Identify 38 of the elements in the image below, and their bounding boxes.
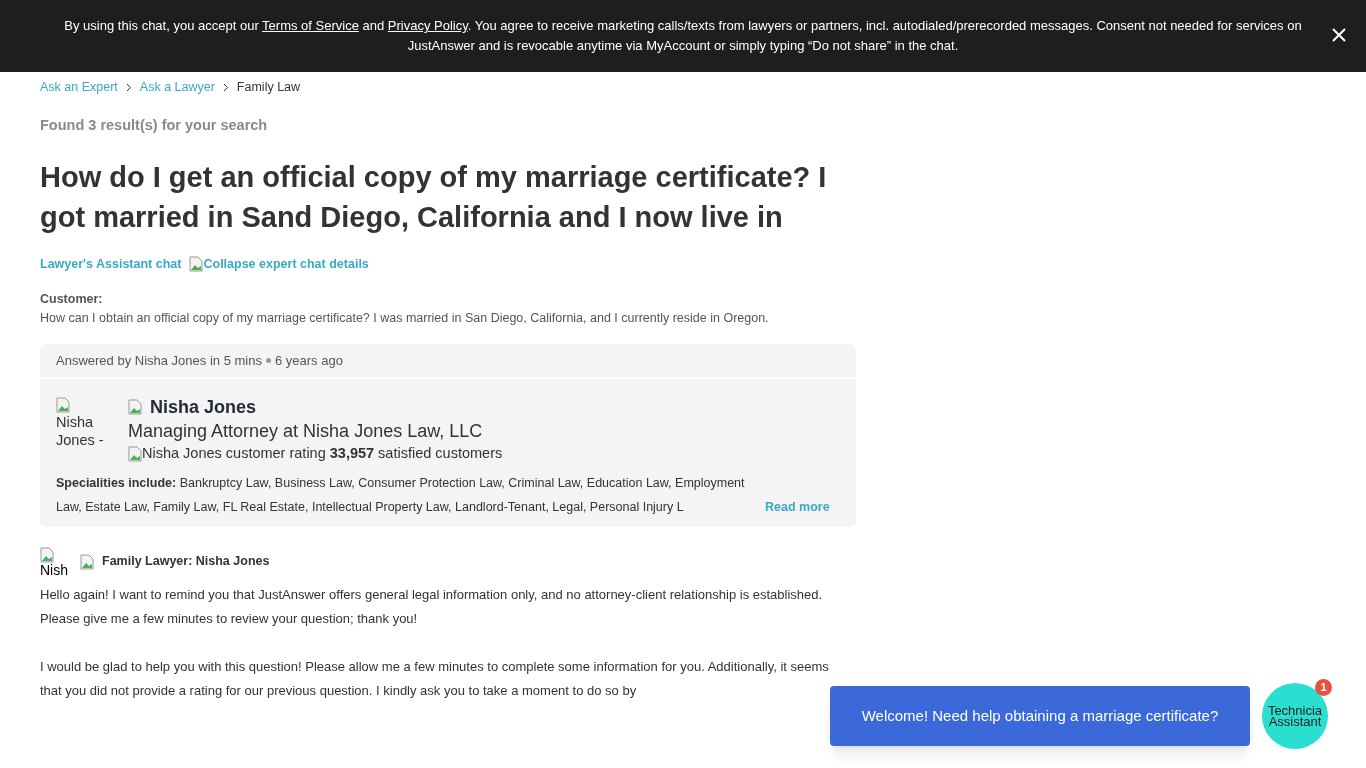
message-paragraph: Hello again! I want to remind you that JustAnswer offers general legal information only, and no attorney-client relationship is established. Please give me a few minutes to review your question; thank you! bbox=[40, 585, 824, 628]
current-page-label: Family Law bbox=[236, 79, 301, 96]
rating-alt: Nisha Jones customer rating bbox=[142, 443, 326, 463]
close-icon[interactable] bbox=[1332, 28, 1346, 42]
terms-link[interactable]: Terms of Service bbox=[262, 18, 359, 33]
answer-time: 6 years ago bbox=[274, 351, 343, 370]
broken-image-icon bbox=[128, 445, 142, 462]
chevron-icon bbox=[125, 82, 132, 92]
broken-image-icon bbox=[189, 255, 204, 272]
satisfied-label: satisfied customers bbox=[378, 443, 503, 463]
consent-text: By using this chat, you accept our Terms of Service and Privacy Policy. You agree to receive marketing calls/texts from lawyers or partners, incl. autodialed/prerecorded messages. Consent not needed for services on JustAnswer and is revocable anytime via MyAccount or simply typing “Do not share” in the chat. bbox=[63, 17, 1303, 55]
specialities-text: Specialities include: Bankruptcy Law, Business Law, Consumer Protection Law, Criminal Law, Education Law, Employment Law, Estate Law, Family Law, FL Real Estate, Intellectual Property Law, Landlord-Tenant, Legal, Personal Injury L bbox=[56, 474, 746, 516]
expert-avatar-alt: Nisha Jones - bbox=[56, 394, 112, 465]
customer-question: How can I obtain an official copy of my marriage certificate? I was married in San Diego, California, and I currently reside in Oregon. bbox=[40, 310, 770, 327]
broken-image-icon bbox=[80, 553, 94, 570]
assistant-avatar-alt: Technicia Assistant bbox=[1266, 705, 1324, 727]
privacy-link[interactable]: Privacy Policy bbox=[387, 18, 468, 33]
chat-link[interactable]: Lawyer's Assistant chat bbox=[40, 254, 182, 274]
collapse-link[interactable]: Collapse expert chat details bbox=[189, 254, 369, 274]
message-author: Family Lawyer: Nisha Jones bbox=[102, 553, 270, 571]
broken-image-icon bbox=[40, 546, 54, 563]
answered-by: Answered by Nisha Jones in 5 mins bbox=[56, 351, 262, 370]
customer-label: Customer: bbox=[40, 291, 104, 309]
message-paragraph: I would be glad to help you with this question! Please allow me a few minutes to complete some information for you. Additionally, it seems that you did not provide a rating for our previous question. I kindly ask you to take a moment to do so by bbox=[40, 657, 830, 700]
welcome-bubble[interactable]: Welcome! Need help obtaining a marriage certificate? bbox=[830, 686, 1250, 746]
expert-name: Nisha Jones bbox=[150, 395, 257, 419]
broken-image-icon bbox=[56, 396, 70, 413]
breadcrumb-link[interactable]: Ask a Lawyer bbox=[139, 78, 215, 97]
read-more-link[interactable]: Read more bbox=[765, 494, 830, 519]
expert-title: Managing Attorney at Nisha Jones Law, LLC bbox=[128, 419, 484, 443]
question-title: How do I get an official copy of my marriage certificate? I got married in Sand Diego, California and I now live in bbox=[40, 159, 828, 235]
breadcrumb-link[interactable]: Ask an Expert bbox=[40, 78, 118, 97]
chevron-icon bbox=[222, 82, 229, 92]
lawyer-avatar-alt: Nish bbox=[40, 546, 72, 577]
broken-image-icon bbox=[128, 398, 142, 415]
results-count: Found 3 result(s) for your search bbox=[40, 115, 269, 135]
satisfied-count: 33,957 bbox=[329, 443, 375, 463]
notification-badge: 1 bbox=[1315, 679, 1332, 696]
